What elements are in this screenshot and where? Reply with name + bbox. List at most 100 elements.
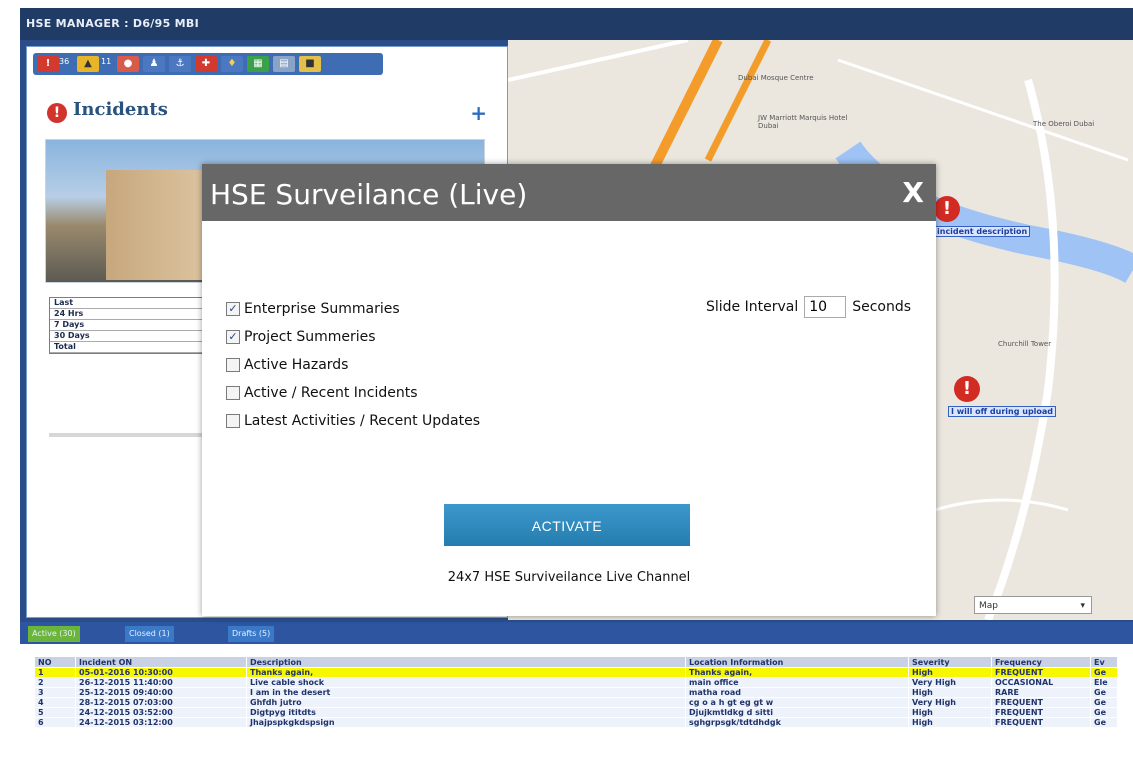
table-cell: 2 [34,677,76,688]
map-type-select[interactable]: Map ▾ [974,596,1092,614]
incidents-count-badge: 36 [59,57,70,66]
chevron-down-icon: ▾ [1080,601,1085,611]
table-cell: 1 [34,667,76,678]
table-cell: 4 [34,697,76,708]
table-cell: main office [685,677,909,688]
incident-table: NO Incident ON Description Location Info… [34,656,1118,728]
modal-header: HSE Surveilance (Live) X [202,164,936,221]
table-cell: matha road [685,687,909,698]
table-row[interactable]: 2 26-12-2015 11:40:00 Live cable shock main… [34,677,1118,688]
grid-icon[interactable]: ▦ [247,56,269,72]
app-title: HSE MANAGER : D6/95 MBI [26,17,199,30]
stats-row: 30 Days [50,331,204,342]
marker-label[interactable]: incident description [934,226,1031,237]
map-place-label: The Oberoi Dubai [1033,120,1095,128]
channel-caption: 24x7 HSE Surviveilance Live Channel [447,570,691,585]
activate-button[interactable]: ACTIVATE [444,504,690,546]
table-cell: High [908,687,992,698]
add-incident-button[interactable]: + [470,101,487,125]
column-header[interactable]: Incident ON [75,656,247,668]
table-cell: Jhajpspkgkdspsign [246,717,686,728]
table-cell: 24-12-2015 03:52:00 [75,707,247,718]
marker-label[interactable]: I will off during upload [948,406,1057,417]
table-cell: 26-12-2015 11:40:00 [75,677,247,688]
option-active-hazards[interactable]: Active Hazards [226,356,348,374]
table-cell: 5 [34,707,76,718]
table-row[interactable]: 5 24-12-2015 03:52:00 Digtpyg ititdts Djujk… [34,707,1118,718]
anchor-icon[interactable]: ⚓ [169,56,191,72]
incident-marker-icon[interactable]: ! [954,376,980,402]
tab-active[interactable]: Active (30) [28,626,80,642]
table-cell: FREQUENT [991,707,1091,718]
bulb-icon[interactable]: ♦ [221,56,243,72]
table-cell: OCCASIONAL [991,677,1091,688]
map-place-label: Churchill Tower [998,340,1052,348]
table-row[interactable]: 3 25-12-2015 09:40:00 I am in the desert ma… [34,687,1118,698]
slide-interval-input[interactable] [804,296,847,318]
table-cell: High [908,717,992,728]
incident-grid: NO Incident ON Description Location Info… [20,644,1133,764]
option-active-recent-incidents[interactable]: Active / Recent Incidents [226,384,418,402]
hazard-tab-icon[interactable]: ▲ [77,56,99,72]
map-place-label: JW Marriott Marquis Hotel Dubai [758,114,848,130]
surveillance-modal: HSE Surveilance (Live) X ✓ Enterprise Su… [202,164,936,616]
alert-icon[interactable]: ● [117,56,139,72]
slide-interval-label: Slide Interval [706,299,799,315]
option-enterprise-summaries[interactable]: ✓ Enterprise Summaries [226,300,400,318]
table-cell: Thanks again, [685,667,909,678]
checkbox[interactable]: ✓ [226,330,240,344]
table-cell: cg o a h gt eg gt w [685,697,909,708]
stats-row: Last [50,298,204,309]
option-label: Active Hazards [244,357,349,373]
stats-table: Last 24 Hrs 7 Days 30 Days Total [49,297,205,354]
table-cell: Very High [908,677,992,688]
option-label: Active / Recent Incidents [244,385,418,401]
table-cell: Ge [1090,687,1118,698]
worker-icon[interactable]: ♟ [143,56,165,72]
incidents-tab-icon[interactable]: ! [37,56,59,72]
table-cell: Ge [1090,707,1118,718]
table-cell: 24-12-2015 03:12:00 [75,717,247,728]
title-bar: HSE MANAGER : D6/95 MBI [20,8,1133,40]
checkbox[interactable] [226,414,240,428]
table-cell: Digtpyg ititdts [246,707,686,718]
option-latest-activities[interactable]: Latest Activities / Recent Updates [226,412,480,430]
column-header[interactable]: Severity [908,656,992,668]
table-cell: Ele [1090,677,1118,688]
first-aid-icon[interactable]: ✚ [195,56,217,72]
incident-marker-icon[interactable]: ! [934,196,960,222]
checkbox[interactable] [226,386,240,400]
icon-toolbar: ! 36 ▲ 11 ● ♟ ⚓ ✚ ♦ ▦ ▤ ■ [33,53,383,75]
column-header[interactable]: Description [246,656,686,668]
table-cell: Djujkmtldkg d sitti [685,707,909,718]
incident-alert-icon: ! [47,103,67,123]
column-header[interactable]: NO [34,656,76,668]
map-type-value: Map [979,601,998,611]
checkbox[interactable]: ✓ [226,302,240,316]
table-cell: 05-01-2016 10:30:00 [75,667,247,678]
table-cell: 28-12-2015 07:03:00 [75,697,247,708]
option-project-summeries[interactable]: ✓ Project Summeries [226,328,376,346]
lock-icon[interactable]: ■ [299,56,321,72]
print-icon[interactable]: ▤ [273,56,295,72]
modal-title: HSE Surveilance (Live) [210,178,528,211]
table-cell: FREQUENT [991,717,1091,728]
tab-drafts[interactable]: Drafts (5) [228,626,275,642]
table-cell: Very High [908,697,992,708]
table-row[interactable]: 6 24-12-2015 03:12:00 Jhajpspkgkdspsign sgh… [34,717,1118,728]
column-header[interactable]: Location Information [685,656,909,668]
table-row[interactable]: 4 28-12-2015 07:03:00 Ghfdh jutro cg o a h … [34,697,1118,708]
table-row[interactable]: 1 05-01-2016 10:30:00 Thanks again, Thanks … [34,667,1118,678]
slide-interval-unit: Seconds [852,299,912,315]
table-cell: Live cable shock [246,677,686,688]
checkbox[interactable] [226,358,240,372]
table-cell: High [908,707,992,718]
close-icon[interactable]: X [902,176,924,209]
table-cell: High [908,667,992,678]
column-header[interactable]: Frequency [991,656,1091,668]
column-header[interactable]: Ev [1090,656,1118,668]
tab-closed[interactable]: Closed (1) [125,626,174,642]
option-label: Latest Activities / Recent Updates [244,413,481,429]
table-cell: 6 [34,717,76,728]
stats-row: 7 Days [50,320,204,331]
